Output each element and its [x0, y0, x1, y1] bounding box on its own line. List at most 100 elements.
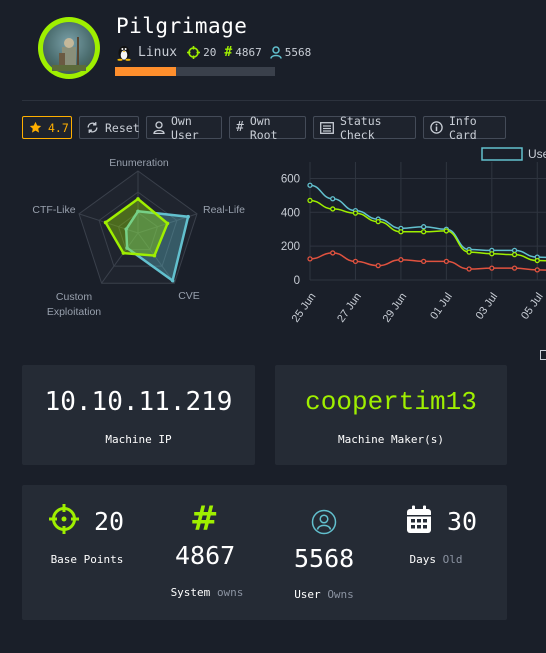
base-points-value: 20: [94, 507, 125, 536]
machine-maker-link[interactable]: coopertim13: [275, 387, 507, 417]
machine-avatar: [38, 17, 100, 79]
radar-axis-enumeration: Enumeration: [109, 157, 169, 169]
radar-point: [170, 278, 175, 283]
reset-button[interactable]: Reset: [79, 116, 140, 139]
radar-axis-cve: CVE: [178, 290, 200, 302]
series-point: [466, 266, 472, 272]
pilgrim-figure-icon: [52, 37, 86, 71]
user-icon: [269, 45, 282, 59]
series-point: [352, 258, 359, 265]
system-suffix: owns: [216, 586, 244, 599]
days-old-label: Days Old: [406, 553, 466, 566]
rating-button[interactable]: 4.7: [22, 116, 72, 139]
legend-label: Use: [528, 147, 546, 161]
series-line: [309, 199, 546, 262]
y-tick-label: 400: [281, 207, 300, 219]
radar-axis-custom-exploitation: Custom Exploitation: [38, 290, 110, 320]
legend-swatch: [481, 147, 523, 161]
series-point: [511, 251, 518, 258]
points-value: 20: [203, 45, 217, 59]
days-old-value: 30: [447, 507, 478, 536]
target-icon: [187, 45, 201, 59]
machine-stats-card: 20 Base Points # 4867 System owns 5568 U…: [22, 485, 507, 620]
hash-icon: #: [236, 120, 244, 135]
own-root-button[interactable]: # Own Root: [229, 114, 306, 142]
owned-progress-bar: [115, 67, 275, 76]
own-user-label: Own User: [171, 113, 199, 142]
radar-point: [186, 214, 190, 219]
series-point: [420, 229, 427, 235]
series-point: [307, 182, 313, 188]
refresh-icon: [87, 122, 98, 133]
series-point: [443, 258, 450, 265]
series-point: [489, 251, 495, 257]
series-point: [511, 265, 518, 271]
hash-icon: #: [224, 44, 233, 60]
series-point: [375, 218, 381, 225]
days-label: Days: [409, 553, 437, 566]
target-icon: [49, 504, 79, 534]
series-point: [398, 257, 404, 263]
linux-tux-icon: [117, 45, 131, 61]
machine-meta: Linux 20 # 4867 5568: [116, 43, 319, 61]
series-point: [420, 258, 427, 265]
series-point: [352, 210, 359, 216]
user-owns-value: 5568: [294, 544, 355, 573]
machine-maker-card: coopertim13 Machine Maker(s): [275, 365, 507, 465]
star-icon: [29, 121, 42, 133]
system-owns-value: 4867: [235, 45, 262, 59]
y-tick-label: 600: [281, 173, 300, 185]
radar-point: [152, 253, 157, 258]
radar-axis-real-life: Real-Life: [202, 204, 246, 216]
x-tick-label: 29 Jun: [381, 291, 410, 325]
series-point: [307, 197, 313, 204]
x-tick-label: 03 Jul: [474, 291, 501, 322]
status-check-button[interactable]: Status Check: [313, 113, 416, 142]
user-label: User: [294, 588, 321, 601]
radar-point: [165, 221, 170, 226]
user-circle-icon: [311, 509, 337, 535]
series-point: [511, 247, 518, 254]
info-icon: [430, 121, 443, 134]
radar-axis-custom-line: Custom: [55, 291, 93, 303]
machine-ip-label: Machine IP: [105, 433, 172, 446]
progress-fill: [115, 67, 176, 76]
x-tick-label: 27 Jun: [335, 291, 364, 325]
radar-point: [136, 197, 140, 201]
series-point: [330, 196, 336, 202]
y-tick-label: 0: [294, 275, 300, 287]
system-owns-label: System owns: [162, 586, 252, 599]
series-point: [489, 265, 495, 271]
radar-point: [121, 251, 126, 255]
series-point: [375, 262, 381, 269]
series-line: [309, 252, 546, 271]
user-outline-icon: [153, 121, 165, 134]
x-tick-label: 25 Jun: [290, 291, 319, 325]
own-user-button[interactable]: Own User: [146, 113, 222, 142]
chart-scroll-handle[interactable]: [540, 350, 546, 360]
series-point: [534, 257, 540, 264]
radar-axis-exploitation-line: Exploitation: [46, 306, 102, 318]
series-point: [330, 250, 336, 256]
x-tick-label: 05 Jul: [519, 291, 546, 322]
reset-label: Reset: [105, 120, 140, 135]
base-points-label: Base Points: [50, 553, 124, 566]
info-card-button[interactable]: Info Card: [423, 114, 506, 142]
user-owns-value: 5568: [284, 45, 312, 59]
status-check-label: Status Check: [340, 113, 382, 142]
series-point: [330, 206, 336, 212]
y-tick-label: 200: [281, 241, 300, 253]
days-suffix: Old: [442, 553, 463, 566]
rating-value: 4.7: [48, 120, 69, 135]
user-suffix: Owns: [327, 588, 354, 601]
radar-axis-ctf-like: CTF-Like: [32, 204, 76, 216]
calendar-icon: [407, 505, 431, 533]
machine-name: Pilgrimage: [116, 14, 248, 38]
series-point: [398, 229, 404, 235]
machine-ip: 10.10.11.219: [44, 387, 233, 417]
series-point: [443, 228, 450, 234]
x-tick-label: 01 Jul: [428, 291, 455, 322]
system-owns-value: 4867: [175, 541, 236, 570]
machine-ip-card: 10.10.11.219 Machine IP: [22, 365, 255, 465]
header-divider: [22, 100, 546, 101]
